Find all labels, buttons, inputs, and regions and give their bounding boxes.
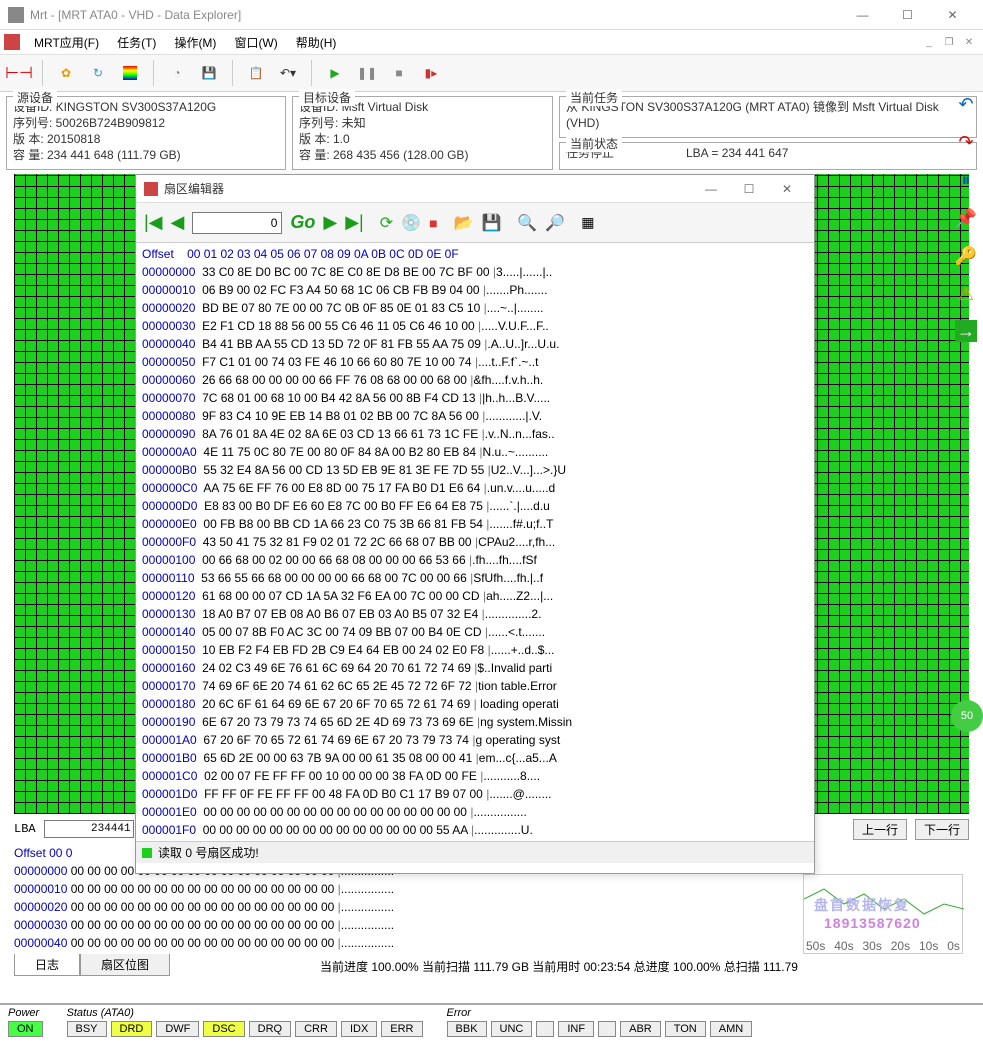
toolbar-save-icon[interactable]: 💾 [196, 60, 222, 86]
ata-chip: BSY [67, 1021, 107, 1037]
toolbar-clock-icon[interactable]: ◔ [164, 60, 190, 86]
undo-icon[interactable]: ↶ [954, 92, 978, 116]
toolbar-eject-icon[interactable]: ▮▸ [418, 60, 444, 86]
tab-bitmap[interactable]: 扇区位图 [80, 954, 170, 976]
sector-editor-title: 扇区编辑器 [164, 180, 692, 197]
redo-icon[interactable]: ↷ [954, 130, 978, 154]
sector-input[interactable] [192, 212, 282, 234]
doc-icon [4, 34, 20, 50]
disk-icon[interactable]: 💿 [401, 213, 421, 233]
last-icon[interactable]: ▶| [345, 212, 364, 233]
target-legend: 目标设备 [299, 89, 355, 106]
err-chip [598, 1021, 616, 1037]
err-chip: INF [558, 1021, 594, 1037]
refresh-icon[interactable]: ⟳ [380, 213, 393, 233]
sector-editor-window: 扇区编辑器 — ☐ ✕ |◀ ◀ Go ▶ ▶| ⟳ 💿 ■ 📂 💾 🔍 🔎 ▦… [135, 174, 815, 874]
prev-line-button[interactable]: 上一行 [853, 819, 907, 840]
progress-text: 当前进度 100.00% 当前扫描 111.79 GB 当前用时 00:23:5… [320, 958, 798, 975]
next-line-button[interactable]: 下一行 [915, 819, 969, 840]
toolbar-note-icon[interactable]: 📋 [243, 60, 269, 86]
prev-icon[interactable]: ◀ [171, 212, 185, 233]
se-min-button[interactable]: — [692, 177, 730, 201]
toolbar-palette-icon[interactable] [117, 60, 143, 86]
sector-editor-icon [144, 182, 158, 196]
err-chip [536, 1021, 554, 1037]
menu-app[interactable]: MRT应用(F) [26, 32, 107, 53]
next-icon[interactable]: ▶ [323, 212, 337, 233]
err-chip: TON [665, 1021, 706, 1037]
ata-chip: ERR [381, 1021, 422, 1037]
toolbar-bed-icon[interactable]: ⊢⊣ [6, 60, 32, 86]
warning-icon[interactable]: ⚠ [954, 282, 978, 306]
source-legend: 源设备 [13, 89, 57, 106]
menu-task[interactable]: 任务(T) [109, 32, 164, 53]
err-chip: UNC [491, 1021, 533, 1037]
forward-icon[interactable]: → [955, 320, 977, 342]
search-icon[interactable]: 🔍 [517, 213, 537, 233]
close-button[interactable]: ✕ [930, 1, 975, 29]
hex-view[interactable]: Offset 00 01 02 03 04 05 06 07 08 09 0A … [136, 243, 814, 841]
source-device-box: 源设备 设备ID: KINGSTON SV300S37A120G 序列号: 50… [6, 96, 286, 170]
ata-chip: CRR [295, 1021, 337, 1037]
ata-chip: DSC [203, 1021, 244, 1037]
err-chip: ABR [620, 1021, 661, 1037]
err-chip: BBK [447, 1021, 487, 1037]
lba-input[interactable] [44, 820, 134, 838]
save-icon[interactable]: 💾 [481, 213, 501, 233]
toolbar-play-icon[interactable]: ▶ [322, 60, 348, 86]
target-device-box: 目标设备 设备ID: Msft Virtual Disk 序列号: 未知 版 本… [292, 96, 553, 170]
task-legend: 当前任务 [566, 89, 622, 106]
state-legend: 当前状态 [566, 135, 622, 152]
current-task-box: 当前任务 从 KINGSTON SV300S37A120G (MRT ATA0)… [559, 96, 977, 138]
mdi-restore-icon[interactable]: ❐ [939, 34, 959, 50]
speed-graph: 盘首数据恢复 18913587620 50s40s30s20s10s0s [803, 874, 963, 954]
lba-label: LBA [14, 822, 36, 836]
menu-op[interactable]: 操作(M) [166, 32, 224, 53]
error-status: Error BBKUNCINFABRTONAMN [447, 1007, 753, 1037]
app-icon [8, 7, 24, 23]
mdi-close-icon[interactable]: ✕ [959, 34, 979, 50]
tab-log[interactable]: 日志 [14, 954, 80, 976]
power-status: Power ON [8, 1007, 43, 1037]
pause-side-icon[interactable]: ⏸ [954, 168, 978, 192]
ata-status: Status (ATA0) BSYDRDDWFDSCDRQCRRIDXERR [67, 1007, 423, 1037]
se-close-button[interactable]: ✕ [768, 177, 806, 201]
ata-chip: DRQ [249, 1021, 291, 1037]
stop-icon[interactable]: ■ [429, 215, 437, 231]
search-next-icon[interactable]: 🔎 [545, 213, 565, 233]
status-led-icon [142, 848, 152, 858]
minimize-button[interactable]: — [840, 1, 885, 29]
key-icon[interactable]: 🔑 [954, 244, 978, 268]
pin-icon[interactable]: 📌 [954, 206, 978, 230]
toolbar-stop-icon[interactable]: ■ [386, 60, 412, 86]
open-icon[interactable]: 📂 [454, 213, 474, 233]
err-chip: AMN [710, 1021, 752, 1037]
ata-chip: DWF [156, 1021, 199, 1037]
grid-icon[interactable]: ▦ [581, 214, 594, 231]
power-chip: ON [8, 1021, 43, 1037]
toolbar-pause-icon[interactable]: ❚❚ [354, 60, 380, 86]
ata-chip: IDX [341, 1021, 377, 1037]
toolbar-refresh-icon[interactable]: ↻ [85, 60, 111, 86]
badge-50: 50 [951, 700, 983, 732]
ata-chip: DRD [111, 1021, 153, 1037]
go-button[interactable]: Go [290, 212, 315, 233]
toolbar-gear-icon[interactable]: ✿ [53, 60, 79, 86]
first-icon[interactable]: |◀ [144, 212, 163, 233]
menu-help[interactable]: 帮助(H) [288, 32, 345, 53]
se-max-button[interactable]: ☐ [730, 177, 768, 201]
mdi-min-icon[interactable]: _ [919, 34, 939, 50]
sector-status-text: 读取 0 号扇区成功! [158, 844, 259, 861]
toolbar-undo-dropdown-icon[interactable]: ↶▾ [275, 60, 301, 86]
menu-window[interactable]: 窗口(W) [226, 32, 285, 53]
current-state-box: 当前状态 任务停止LBA = 234 441 647 [559, 142, 977, 170]
maximize-button[interactable]: ☐ [885, 1, 930, 29]
window-title: Mrt - [MRT ATA0 - VHD - Data Explorer] [30, 8, 840, 22]
